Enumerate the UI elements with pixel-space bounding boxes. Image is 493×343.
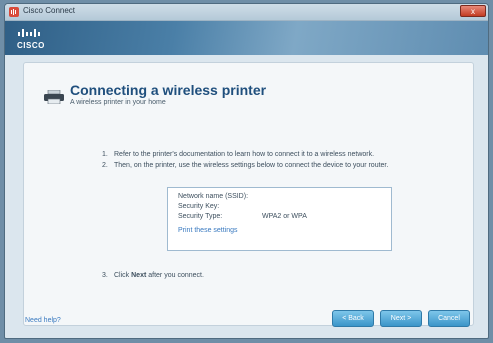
wireless-settings-box: Network name (SSID): Security Key: Secur… (167, 187, 392, 251)
step-text-prefix: Click (114, 272, 132, 279)
cisco-logo: CISCO (17, 27, 51, 51)
cisco-app-icon (9, 7, 19, 17)
cancel-button[interactable]: Cancel (428, 310, 470, 327)
step-text-bold: Next (131, 272, 147, 279)
print-settings-link[interactable]: Print these settings (178, 227, 238, 234)
instruction-step-2: 2. Then, on the printer, use the wireless… (102, 162, 388, 169)
close-icon: x (471, 7, 475, 16)
window-title: Cisco Connect (23, 6, 76, 15)
network-name-label: Network name (SSID): (178, 193, 249, 200)
content-panel: Connecting a wireless printer A wireless… (23, 62, 474, 326)
need-help-link[interactable]: Need help? (25, 317, 61, 324)
step-number: 3. (102, 272, 108, 279)
title-bar: Cisco Connect x (5, 4, 488, 21)
security-type-value: WPA2 or WPA (262, 213, 307, 220)
printer-icon (44, 90, 64, 104)
security-type-label: Security Type: (178, 213, 223, 220)
step-number: 2. (102, 162, 108, 169)
cisco-wordmark: CISCO (17, 41, 45, 50)
cisco-bars-icon (18, 29, 40, 37)
page-subtitle: A wireless printer in your home (70, 99, 166, 106)
instruction-step-3: 3. Click Next after you connect. (102, 272, 204, 279)
back-button[interactable]: < Back (332, 310, 374, 327)
app-window: Cisco Connect x CISCO Connecting a wirel… (4, 3, 489, 339)
step-number: 1. (102, 151, 108, 158)
step-text-suffix: after you connect. (146, 272, 204, 279)
next-button[interactable]: Next > (380, 310, 422, 327)
step-text: Refer to the printer's documentation to … (114, 151, 375, 158)
header-banner: CISCO (5, 21, 488, 55)
page-title: Connecting a wireless printer (70, 82, 267, 98)
step-text: Then, on the printer, use the wireless s… (114, 162, 389, 169)
close-button[interactable]: x (460, 5, 486, 17)
security-key-label: Security Key: (178, 203, 220, 210)
instruction-step-1: 1. Refer to the printer's documentation t… (102, 151, 374, 158)
